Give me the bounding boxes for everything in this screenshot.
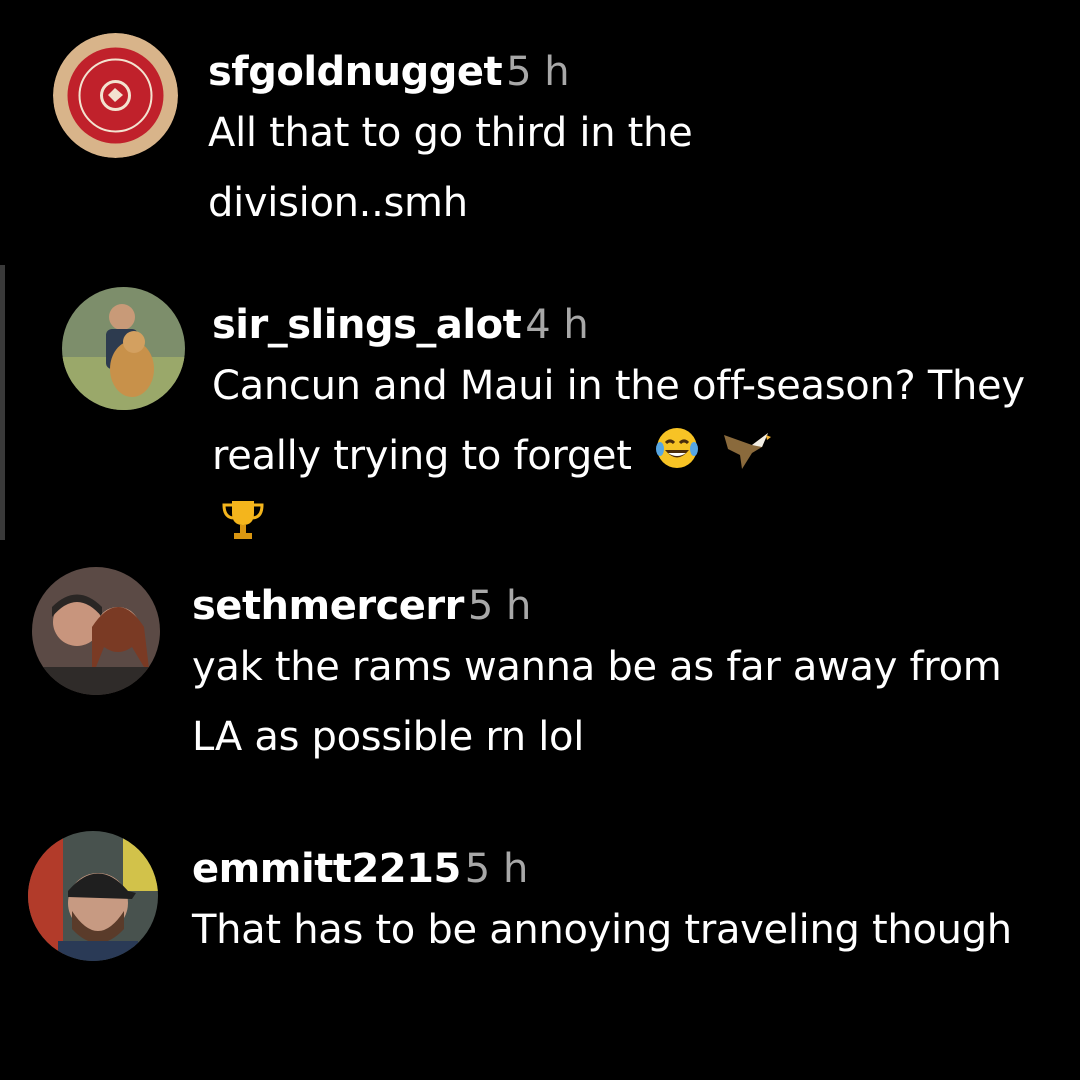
- timestamp: 5 h: [464, 846, 529, 892]
- comment-header: sethmercerr 5 h: [192, 580, 1060, 632]
- username[interactable]: sfgoldnugget: [208, 49, 503, 95]
- comment-header: sir_slings_alot 4 h: [212, 299, 1060, 351]
- laughing-tears-icon: [654, 423, 700, 493]
- avatar[interactable]: [32, 567, 160, 695]
- comment-item: sethmercerr 5 h yak the rams wanna be as …: [0, 555, 1080, 815]
- comment-text: yak the rams wanna be as far away from L…: [192, 632, 1060, 772]
- comment-body: yak the rams wanna be as far away from L…: [192, 644, 1002, 760]
- comment-item: sfgoldnugget 5 h All that to go third in …: [0, 0, 1080, 250]
- avatar[interactable]: [28, 831, 158, 961]
- avatar[interactable]: [62, 287, 185, 410]
- username[interactable]: sir_slings_alot: [212, 302, 522, 348]
- eagle-icon: [722, 423, 772, 493]
- comment-body: That has to be annoying traveling though: [192, 907, 1012, 953]
- man-in-cap-avatar: [28, 831, 158, 961]
- comment-item: sir_slings_alot 4 h Cancun and Maui in th…: [0, 265, 1080, 550]
- comment-text: All that to go third in the division..sm…: [208, 98, 828, 238]
- comment-body: All that to go third in the division..sm…: [208, 110, 693, 226]
- person-with-dog-avatar: [62, 287, 185, 410]
- comment-header: sfgoldnugget 5 h: [208, 46, 1060, 98]
- username[interactable]: emmitt2215: [192, 846, 461, 892]
- comment-text: Cancun and Maui in the off-season? They …: [212, 351, 1052, 565]
- timestamp: 5 h: [506, 49, 570, 95]
- timestamp: 4 h: [525, 302, 589, 348]
- comment-header: emmitt2215 5 h: [192, 843, 1060, 895]
- username[interactable]: sethmercerr: [192, 583, 464, 629]
- avatar[interactable]: [53, 33, 178, 158]
- comment-body: Cancun and Maui in the off-season? They …: [212, 363, 1025, 479]
- couple-photo-avatar: [32, 567, 160, 695]
- timestamp: 5 h: [467, 583, 532, 629]
- comment-text: That has to be annoying traveling though: [192, 895, 1052, 965]
- comment-item: emmitt2215 5 h That has to be annoying tr…: [0, 825, 1080, 1080]
- badge-logo-avatar: [53, 33, 178, 158]
